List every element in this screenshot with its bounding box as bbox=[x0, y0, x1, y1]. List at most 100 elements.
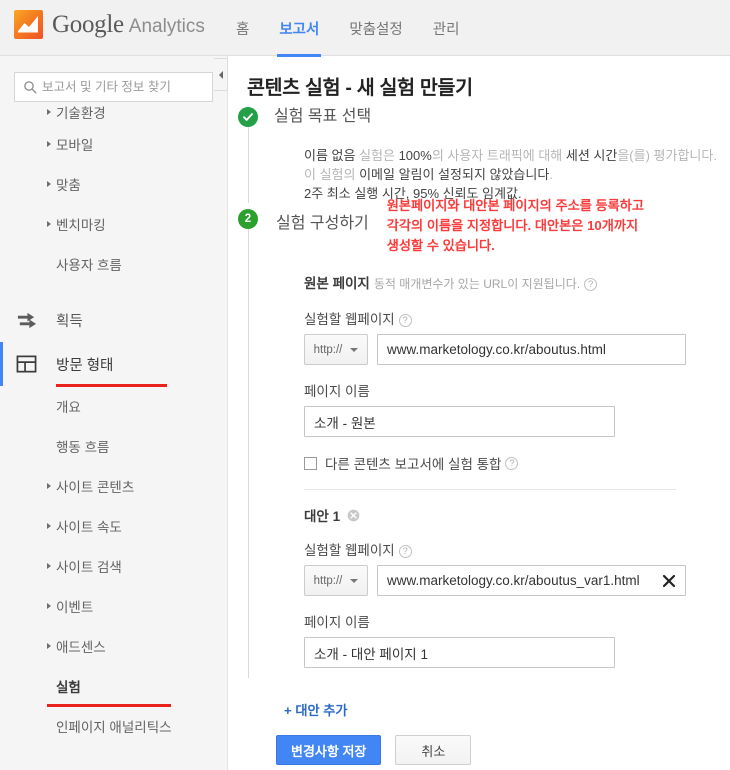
step-connector-line bbox=[247, 229, 249, 678]
sidebar-item-behavior-flow[interactable]: 행동 흐름 bbox=[0, 426, 227, 466]
chevron-right-icon bbox=[47, 221, 51, 227]
original-url-row: http:// bbox=[304, 334, 730, 365]
analytics-app: GoogleAnalytics 홈 보고서 맞춤설정 관리 기술환 bbox=[0, 0, 730, 770]
variant-1-protocol-select[interactable]: http:// bbox=[304, 565, 368, 596]
action-buttons: 변경사항 저장 취소 bbox=[276, 735, 730, 765]
sidebar-item-label: 획득 bbox=[56, 313, 83, 330]
original-protocol-select[interactable]: http:// bbox=[304, 334, 368, 365]
original-url-label: 실험할 웹페이지? bbox=[304, 308, 730, 328]
variant-1-heading: 대안 1 bbox=[304, 505, 730, 525]
sidebar-item-inpage-analytics[interactable]: 인페이지 애널리틱스 bbox=[0, 706, 227, 746]
sidebar-item-users-flow[interactable]: 사용자 흐름 bbox=[0, 244, 227, 284]
sidebar-item-adsense[interactable]: 애드센스 bbox=[0, 626, 227, 666]
help-circle-icon[interactable]: ? bbox=[398, 545, 412, 558]
variant-1-url-input-wrap bbox=[377, 565, 686, 596]
step-1-select-goal: 실험 목표 선택 이름 없음 실험은 100%의 사용자 트래픽에 대해 세션 … bbox=[229, 105, 730, 203]
tab-admin[interactable]: 관리 bbox=[433, 18, 460, 39]
behavior-panels-icon bbox=[16, 355, 37, 373]
main-content: 콘텐츠 실험 - 새 실험 만들기 실험 목표 선택 이름 없음 실험은 100… bbox=[229, 57, 730, 770]
step-1-description: 이름 없음 실험은 100%의 사용자 트래픽에 대해 세션 시간을(를) 평가… bbox=[304, 146, 730, 203]
original-name-input[interactable] bbox=[304, 406, 615, 437]
variant-1-url-label: 실험할 웹페이지? bbox=[304, 539, 730, 559]
brand-analytics: Analytics bbox=[128, 16, 205, 37]
sidebar-item-label: 인페이지 애널리틱스 bbox=[56, 720, 172, 735]
help-circle-icon[interactable]: ? bbox=[505, 456, 519, 470]
help-circle-icon[interactable]: ? bbox=[398, 314, 412, 327]
original-page-heading: 원본 페이지 동적 매개변수가 있는 URL이 지원됩니다.? bbox=[304, 272, 730, 292]
brand[interactable]: Google Analytics bbox=[14, 10, 205, 39]
sidebar-collapse-button[interactable] bbox=[214, 58, 228, 91]
integrate-reports-checkbox[interactable] bbox=[304, 456, 317, 470]
sidebar-item-site-content[interactable]: 사이트 콘텐츠 bbox=[0, 466, 227, 506]
red-annotation-text: 원본페이지와 대안본 페이지의 주소를 등록하고 각각의 이름을 지정합니다. … bbox=[386, 198, 645, 253]
help-circle-icon[interactable]: ? bbox=[584, 278, 598, 291]
sidebar-item-label: 실험 bbox=[56, 680, 81, 695]
chevron-right-icon bbox=[47, 523, 51, 529]
integrate-reports-label: 다른 콘텐츠 보고서에 실험 통합 bbox=[325, 457, 502, 472]
chevron-down-icon bbox=[350, 578, 359, 583]
sidebar-item-mobile[interactable]: 모바일 bbox=[0, 124, 227, 164]
sidebar-item-technology[interactable]: 기술환경 bbox=[0, 100, 227, 124]
original-url-block: 실험할 웹페이지? http:// bbox=[304, 308, 730, 365]
tab-customization[interactable]: 맞춤설정 bbox=[349, 18, 402, 39]
original-url-input-wrap bbox=[377, 334, 686, 365]
sidebar-item-site-search[interactable]: 사이트 검색 bbox=[0, 546, 227, 586]
tab-home[interactable]: 홈 bbox=[236, 18, 249, 39]
original-name-label: 페이지 이름 bbox=[304, 384, 370, 399]
description-line-2: 이 실험의 이메일 알림이 설정되지 않았습니다. bbox=[304, 167, 553, 182]
sidebar-item-acquisition[interactable]: 획득 bbox=[0, 298, 227, 342]
sidebar-item-label: 맞춤 bbox=[56, 178, 81, 193]
step-2-configure-experiment: 2 실험 구성하기 원본페이지와 대안본 페이지의 주소를 등록하고 각각의 이… bbox=[229, 198, 730, 678]
chevron-right-icon bbox=[47, 563, 51, 569]
chevron-down-icon bbox=[350, 347, 359, 352]
search-box[interactable] bbox=[14, 72, 213, 102]
chevron-left-icon bbox=[218, 70, 223, 79]
variant-1-name-label: 페이지 이름 bbox=[304, 615, 370, 630]
add-variant-link[interactable]: + 대안 추가 bbox=[284, 700, 730, 719]
step-2-header-row: 실험 구성하기 원본페이지와 대안본 페이지의 주소를 등록하고 각각의 이름을… bbox=[276, 198, 730, 256]
sidebar-item-label: 개요 bbox=[56, 400, 81, 415]
sidebar-item-label: 기술환경 bbox=[56, 106, 106, 121]
remove-circle-icon[interactable] bbox=[347, 509, 360, 522]
sidebar-item-label: 애드센스 bbox=[56, 640, 106, 655]
section-divider bbox=[304, 489, 676, 490]
save-button[interactable]: 변경사항 저장 bbox=[276, 735, 382, 765]
cancel-button[interactable]: 취소 bbox=[395, 735, 472, 765]
sidebar-item-benchmarking[interactable]: 벤치마킹 bbox=[0, 204, 227, 244]
chevron-right-icon bbox=[47, 603, 51, 609]
check-circle-icon bbox=[238, 107, 258, 127]
chevron-right-icon bbox=[47, 109, 51, 115]
sidebar-item-experiments[interactable]: 실험 bbox=[0, 666, 227, 707]
sidebar-item-events[interactable]: 이벤트 bbox=[0, 586, 227, 626]
integrate-reports-row[interactable]: 다른 콘텐츠 보고서에 실험 통합 ? bbox=[304, 453, 730, 473]
sidebar: 기술환경 모바일 맞춤 벤치마킹 사용자 흐름 bbox=[0, 56, 228, 770]
close-x-icon[interactable] bbox=[661, 573, 677, 589]
brand-text: Google Analytics bbox=[52, 12, 205, 37]
sidebar-item-label: 모바일 bbox=[56, 138, 94, 153]
page-title: 콘텐츠 실험 - 새 실험 만들기 bbox=[247, 77, 473, 99]
sidebar-item-site-speed[interactable]: 사이트 속도 bbox=[0, 506, 227, 546]
original-url-input[interactable] bbox=[377, 334, 686, 365]
search-input[interactable] bbox=[15, 73, 212, 101]
sidebar-item-label: 행동 흐름 bbox=[56, 440, 110, 455]
sidebar-item-conversions[interactable]: 전환 bbox=[0, 760, 227, 770]
sidebar-item-label: 벤치마킹 bbox=[56, 218, 106, 233]
sidebar-item-behavior[interactable]: 방문 형태 bbox=[0, 342, 227, 387]
variant-1-url-input[interactable] bbox=[377, 565, 686, 596]
step-connector-line bbox=[247, 127, 249, 203]
step-2-title: 실험 구성하기 bbox=[276, 215, 369, 232]
chevron-right-icon bbox=[47, 643, 51, 649]
description-line-1: 이름 없음 실험은 100%의 사용자 트래픽에 대해 세션 시간을(를) 평가… bbox=[304, 148, 717, 163]
sidebar-item-label: 사이트 검색 bbox=[56, 560, 122, 575]
sidebar-item-custom[interactable]: 맞춤 bbox=[0, 164, 227, 204]
variant-1-name-input[interactable] bbox=[304, 637, 615, 668]
experiment-form: 원본 페이지 동적 매개변수가 있는 URL이 지원됩니다.? 실험할 웹페이지?… bbox=[304, 272, 730, 668]
variant-1-url-block: 실험할 웹페이지? http:// bbox=[304, 539, 730, 596]
tab-reports[interactable]: 보고서 bbox=[277, 18, 322, 57]
chevron-right-icon bbox=[47, 141, 51, 147]
variant-1-url-row: http:// bbox=[304, 565, 730, 596]
top-nav: 홈 보고서 맞춤설정 관리 bbox=[236, 0, 489, 57]
sidebar-item-overview[interactable]: 개요 bbox=[0, 386, 227, 426]
